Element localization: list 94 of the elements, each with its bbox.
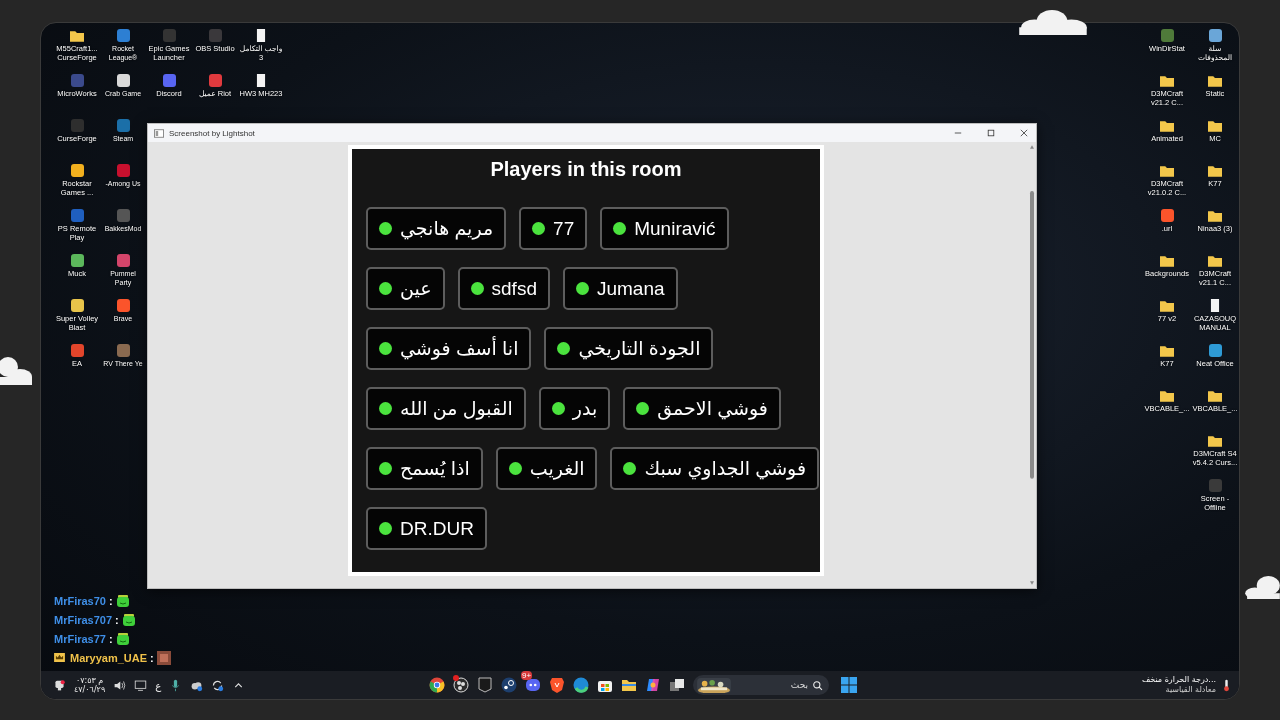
folder-icon[interactable] <box>1208 434 1222 447</box>
clock-date[interactable]: ٤٧/٠٦/٢٩ <box>74 685 106 694</box>
folder-icon[interactable] <box>1208 209 1222 222</box>
folder-icon[interactable] <box>1208 119 1222 132</box>
folder-icon[interactable] <box>70 29 84 42</box>
weather-text[interactable]: معادلة القياسية <box>1165 685 1216 695</box>
maximize-icon[interactable] <box>987 129 995 137</box>
chat-separator: : <box>150 651 154 664</box>
status-dot-icon <box>532 222 546 235</box>
folder-icon[interactable] <box>1208 164 1222 177</box>
status-dot-icon <box>379 522 392 535</box>
status-dot-icon <box>557 342 571 355</box>
sync-icon[interactable] <box>211 678 225 692</box>
document-icon[interactable] <box>254 29 268 42</box>
player-name: Muniravić <box>634 217 716 240</box>
document-icon[interactable] <box>1208 299 1222 312</box>
start-icon[interactable] <box>841 677 857 693</box>
room-title: Players in this room <box>489 158 683 181</box>
status-dot-icon <box>470 282 484 295</box>
app-icon <box>154 128 164 138</box>
app-icon[interactable] <box>1160 209 1174 222</box>
cloud-drawing <box>1245 574 1280 599</box>
player-name: القبول من الله <box>400 397 513 420</box>
folder-icon[interactable] <box>1160 119 1174 132</box>
status-dot-icon <box>379 342 392 355</box>
app-icon[interactable] <box>70 299 84 312</box>
player-name: بدر <box>572 397 598 420</box>
app-icon[interactable] <box>1208 29 1222 42</box>
clock-time[interactable]: م ٠٧:٥٣ <box>75 676 104 685</box>
folder-icon[interactable] <box>1160 74 1174 87</box>
search-icon[interactable] <box>812 679 823 691</box>
window-title: Screenshot by Lightshot <box>169 128 255 138</box>
player-name: الغريب <box>529 457 585 480</box>
player-name: فوشي الاحمق <box>657 397 768 420</box>
chat-app-icon[interactable] <box>525 676 541 693</box>
chat-username[interactable]: Maryyam_UAE <box>70 651 148 664</box>
close-icon[interactable] <box>1020 129 1028 137</box>
notification-icon[interactable] <box>53 678 66 692</box>
app-icon[interactable] <box>70 254 84 267</box>
status-dot-icon <box>379 282 392 295</box>
player-name: Jumana <box>596 277 665 300</box>
app-icon[interactable] <box>116 74 130 87</box>
player-name: اذا يُسمح <box>400 457 470 480</box>
player-name: انا أسف فوشي <box>400 337 519 360</box>
cloud-drawing <box>0 355 32 385</box>
folder-icon[interactable] <box>1160 344 1174 357</box>
search-input[interactable]: بحث <box>735 680 808 690</box>
count-badge: 9+ <box>521 670 533 680</box>
status-dot-icon <box>508 462 522 475</box>
weather-text[interactable]: درجة الحرارة منخف... <box>1141 675 1216 685</box>
status-dot-icon <box>575 282 589 295</box>
app-icon[interactable] <box>70 164 84 177</box>
emote-icon <box>115 631 130 646</box>
document-icon[interactable] <box>254 74 268 87</box>
chat-username[interactable]: MrFiras70 <box>54 594 106 607</box>
search-bar[interactable]: بحث <box>693 675 829 695</box>
chat-username[interactable]: MrFiras77 <box>54 632 106 645</box>
player-name: 77 <box>553 217 575 240</box>
chat-separator: : <box>115 613 119 626</box>
player-name: الجودة التاريخي <box>578 337 701 360</box>
status-dot-icon <box>379 462 392 475</box>
volume-icon[interactable] <box>113 678 127 692</box>
folder-icon[interactable] <box>1208 254 1222 267</box>
browser-icon[interactable] <box>573 676 589 693</box>
player-name: مريم هانجي <box>400 217 494 240</box>
status-dot-icon <box>613 222 627 235</box>
player-name: فوشي الجداوي سبك <box>644 457 806 480</box>
emote-icon <box>121 612 136 627</box>
folder-icon[interactable] <box>1208 389 1222 402</box>
folder-icon[interactable] <box>1160 389 1174 402</box>
browser-icon[interactable] <box>429 676 445 693</box>
chat-separator: : <box>109 594 113 607</box>
app-icon[interactable] <box>116 299 130 312</box>
player-name: DR.DUR <box>400 517 474 540</box>
status-dot-icon <box>379 222 392 235</box>
task-view-icon[interactable] <box>669 676 685 693</box>
folder-icon[interactable] <box>1208 74 1222 87</box>
emote-icon <box>156 650 171 665</box>
status-dot-icon <box>623 462 637 475</box>
player-name: sdfsd <box>491 277 537 300</box>
status-dot-icon <box>636 402 650 415</box>
app-icon[interactable] <box>1208 344 1222 357</box>
status-dot-icon <box>379 402 392 415</box>
emote-icon <box>115 593 130 608</box>
chat-separator: : <box>109 632 113 645</box>
player-name: عين <box>400 277 432 300</box>
chat-username[interactable]: MrFiras707 <box>54 613 113 626</box>
shield-icon[interactable] <box>477 676 493 693</box>
status-dot-icon <box>551 402 565 415</box>
folder-icon[interactable] <box>1160 299 1174 312</box>
folder-icon[interactable] <box>1160 254 1174 267</box>
folder-icon[interactable] <box>1160 164 1174 177</box>
language-indicator[interactable]: ع <box>155 679 162 691</box>
monitor-icon[interactable] <box>134 678 148 692</box>
